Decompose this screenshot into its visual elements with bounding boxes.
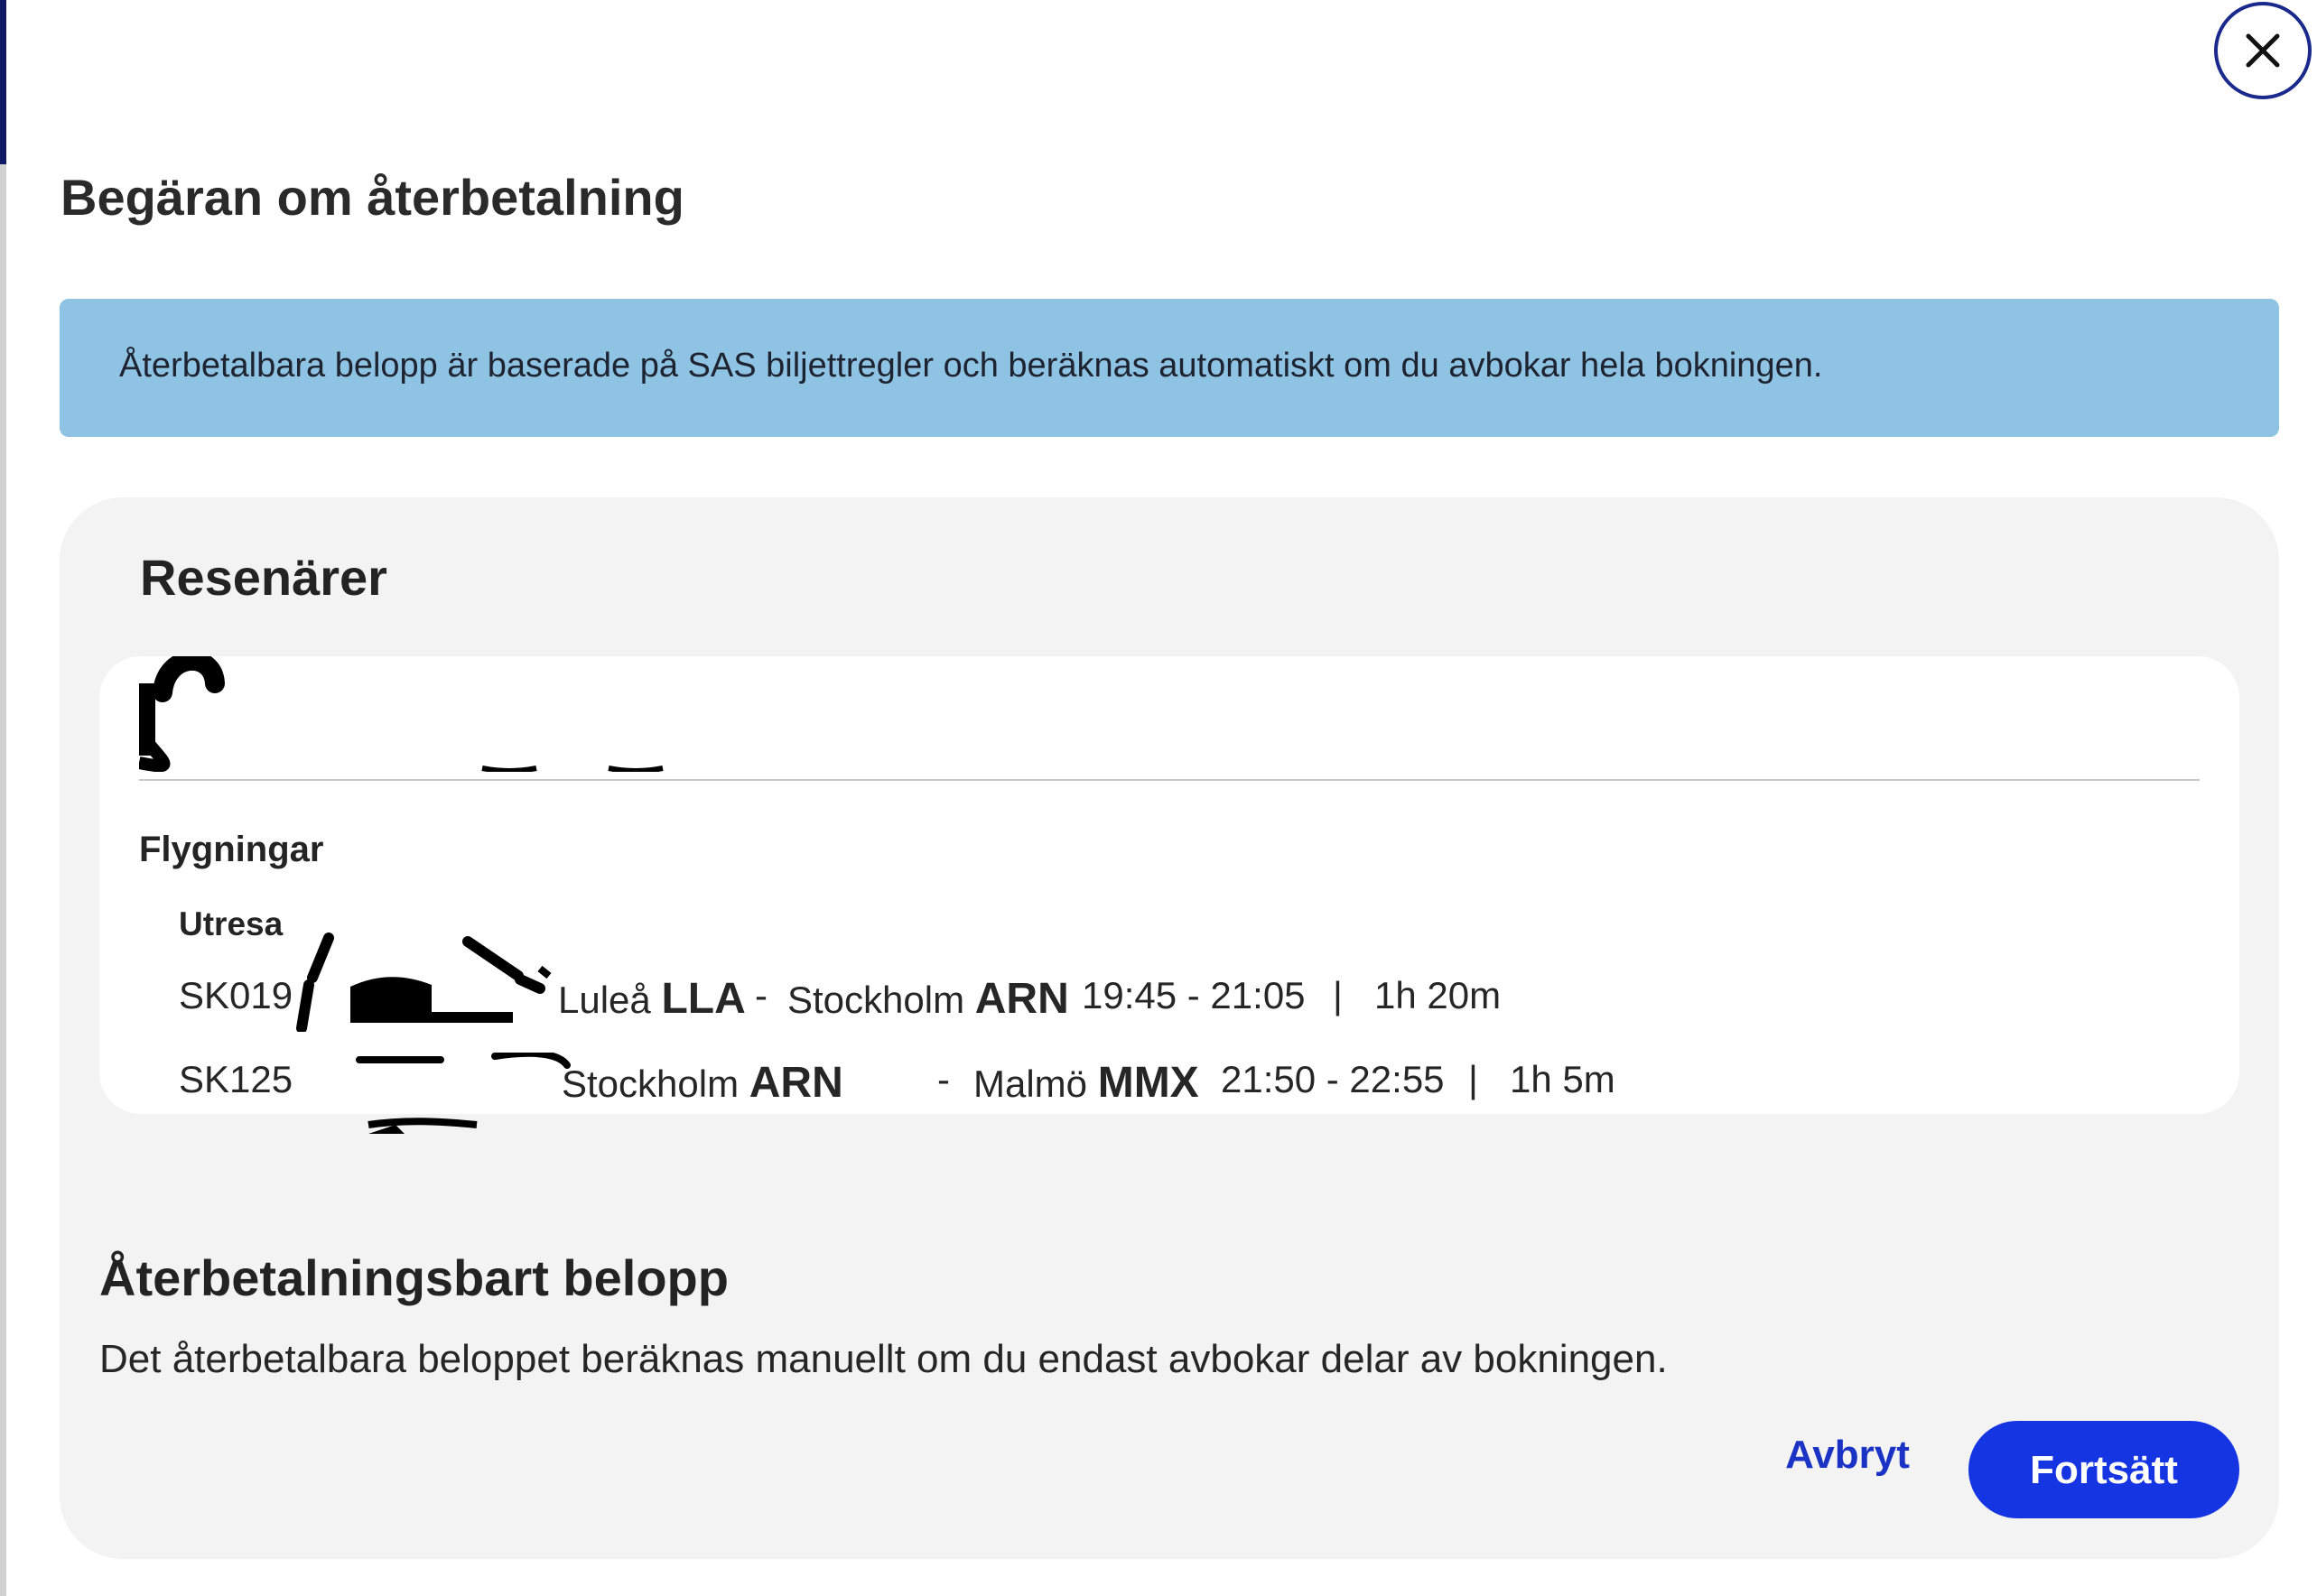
refund-panel: Resenärer Flygningar Utresa SK019 Luleå … bbox=[60, 497, 2279, 1559]
to-city: Stockholm bbox=[787, 979, 975, 1021]
route-destination: Malmö MMX bbox=[973, 1058, 1199, 1108]
flight-duration: 1h 5m bbox=[1510, 1058, 1615, 1100]
flight-number: SK125 bbox=[179, 1058, 293, 1100]
route: Luleå LLA bbox=[558, 974, 746, 1024]
to-code: ARN bbox=[974, 975, 1069, 1023]
info-banner: Återbetalbara belopp är baserade på SAS … bbox=[60, 299, 2279, 437]
route-destination: Stockholm ARN bbox=[787, 974, 1069, 1024]
close-icon bbox=[2246, 33, 2280, 68]
refund-request-page: Begäran om återbetalning Återbetalbara b… bbox=[0, 0, 2317, 1596]
continue-button[interactable]: Fortsätt bbox=[1968, 1421, 2239, 1518]
refund-heading: Återbetalningsbart belopp bbox=[99, 1249, 729, 1306]
dialog-title: Begäran om återbetalning bbox=[60, 169, 684, 226]
from-city: Luleå bbox=[558, 979, 662, 1021]
route-separator: - bbox=[937, 1058, 950, 1100]
to-city: Malmö bbox=[973, 1062, 1098, 1105]
flight-time: 19:45 - 21:05 bbox=[1082, 974, 1306, 1016]
time-divider: | bbox=[1468, 1058, 1478, 1100]
from-code: ARN bbox=[749, 1059, 843, 1107]
cancel-button[interactable]: Avbryt bbox=[1766, 1419, 1929, 1491]
flight-time: 21:50 - 22:55 bbox=[1221, 1058, 1445, 1100]
flight-duration: 1h 20m bbox=[1374, 974, 1502, 1016]
info-banner-text: Återbetalbara belopp är baserade på SAS … bbox=[119, 347, 1823, 385]
route: Stockholm ARN bbox=[562, 1058, 843, 1108]
flights-heading: Flygningar bbox=[139, 830, 324, 869]
flight-number: SK019 bbox=[179, 974, 293, 1016]
route-separator: - bbox=[755, 974, 768, 1016]
close-button[interactable] bbox=[2214, 2, 2312, 99]
to-code: MMX bbox=[1097, 1059, 1199, 1107]
refund-description: Det återbetalbara beloppet beräknas manu… bbox=[99, 1337, 1668, 1381]
redacted-flight-detail bbox=[296, 933, 552, 1032]
passenger-card: Flygningar Utresa SK019 Luleå LLA - Stoc… bbox=[99, 656, 2239, 1134]
card-divider bbox=[139, 779, 2200, 781]
redacted-flight-detail bbox=[356, 1053, 571, 1134]
passengers-heading: Resenärer bbox=[140, 549, 387, 606]
background-edge-light bbox=[0, 164, 6, 1596]
from-city: Stockholm bbox=[562, 1062, 749, 1105]
redacted-passenger-name bbox=[139, 656, 664, 772]
time-divider: | bbox=[1333, 974, 1343, 1016]
from-code: LLA bbox=[661, 975, 746, 1023]
outbound-label: Utresa bbox=[179, 905, 284, 942]
background-edge bbox=[0, 0, 6, 164]
